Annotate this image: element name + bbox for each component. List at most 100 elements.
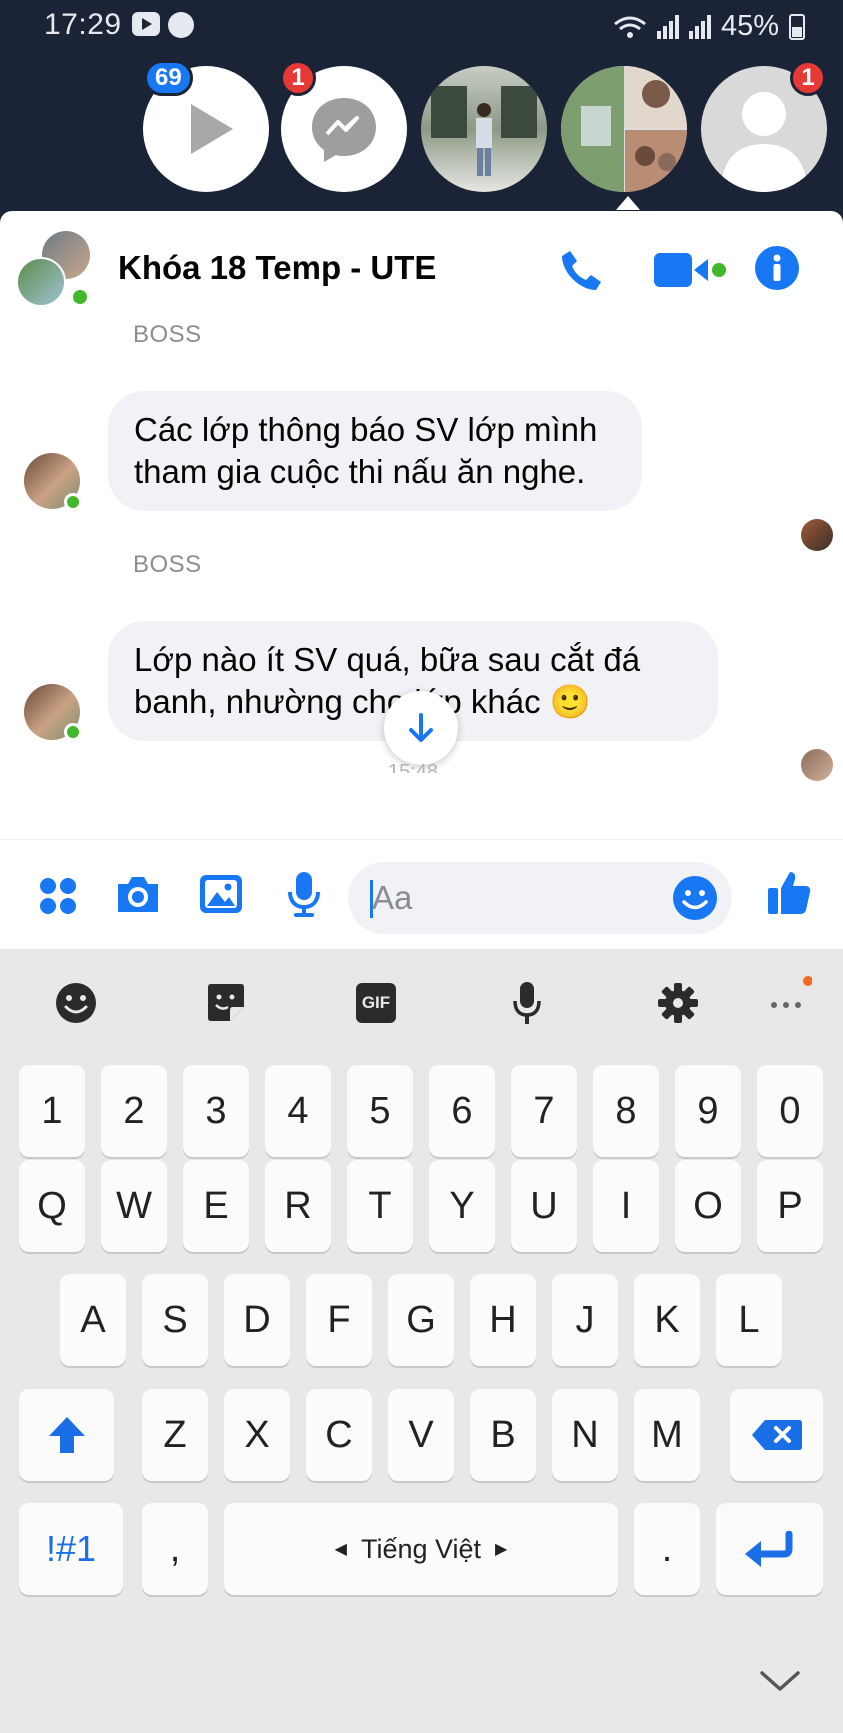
key-k[interactable]: K: [634, 1274, 700, 1366]
chat-title[interactable]: Khóa 18 Temp - UTE: [118, 249, 436, 287]
camera-icon[interactable]: [114, 872, 162, 921]
messenger-notification-icon: [168, 12, 194, 38]
key-e[interactable]: E: [183, 1160, 249, 1252]
phone-call-icon[interactable]: [558, 247, 604, 298]
key-6[interactable]: 6: [429, 1065, 495, 1157]
enter-key[interactable]: [716, 1503, 823, 1595]
chat-panel: Khóa 18 Temp - UTE BOSS Các lớp thông bá…: [0, 211, 843, 949]
signal-icon-2: [688, 14, 711, 39]
key-p[interactable]: P: [757, 1160, 823, 1252]
battery-percent: 45%: [720, 10, 779, 42]
seen-receipt-avatar: [801, 519, 833, 551]
emoji-icon[interactable]: [672, 875, 718, 926]
message-sender: BOSS: [133, 321, 202, 348]
key-5[interactable]: 5: [347, 1065, 413, 1157]
keyboard-emoji-icon[interactable]: [54, 981, 98, 1025]
key-r[interactable]: R: [265, 1160, 331, 1252]
key-f[interactable]: F: [306, 1274, 372, 1366]
battery-icon: [789, 13, 805, 40]
key-g[interactable]: G: [388, 1274, 454, 1366]
message-line: Các lớp thông báo SV lớp mình: [134, 411, 598, 448]
group-avatar-member-2: [16, 257, 66, 307]
key-l[interactable]: L: [716, 1274, 782, 1366]
key-0[interactable]: 0: [757, 1065, 823, 1157]
chat-header: Khóa 18 Temp - UTE: [0, 211, 843, 311]
key-z[interactable]: Z: [142, 1389, 208, 1481]
scroll-to-bottom-button[interactable]: [384, 691, 458, 765]
shift-arrow-icon: [48, 1417, 85, 1453]
key-4[interactable]: 4: [265, 1065, 331, 1157]
key-h[interactable]: H: [470, 1274, 536, 1366]
message-input-placeholder: Aa: [372, 879, 413, 916]
more-actions-icon[interactable]: [38, 876, 78, 921]
key-d[interactable]: D: [224, 1274, 290, 1366]
chat-head-group-active[interactable]: [561, 66, 687, 192]
gif-button[interactable]: GIF: [356, 983, 396, 1023]
key-t[interactable]: T: [347, 1160, 413, 1252]
youtube-notification-icon: [132, 12, 160, 36]
seen-receipt-avatar: [801, 749, 833, 781]
keyboard: GIF 1 2 3 4 5 6 7 8 9 0 Q W E R T Y U I …: [0, 949, 843, 1733]
period-key[interactable]: .: [634, 1503, 700, 1595]
key-j[interactable]: J: [552, 1274, 618, 1366]
more-options-icon[interactable]: [766, 975, 813, 1019]
status-bar: 17:29 45%: [0, 0, 843, 56]
key-o[interactable]: O: [675, 1160, 741, 1252]
key-a[interactable]: A: [60, 1274, 126, 1366]
chat-head-contact-photo[interactable]: [421, 66, 547, 192]
key-v[interactable]: V: [388, 1389, 454, 1481]
signal-icon: [656, 14, 679, 39]
video-call-icon[interactable]: [654, 251, 726, 296]
caret-right-icon: ▶: [495, 1541, 508, 1558]
status-time: 17:29: [44, 8, 122, 41]
chat-head-badge-placeholder: 1: [790, 60, 826, 96]
comma-key[interactable]: ,: [142, 1503, 208, 1595]
notification-icons: [132, 12, 194, 38]
message-line: tham gia cuộc thi nấu ăn nghe.: [134, 453, 586, 490]
backspace-key[interactable]: [730, 1389, 823, 1481]
chat-head-badge-messenger: 1: [280, 60, 316, 96]
keyboard-voice-icon[interactable]: [512, 981, 556, 1025]
key-s[interactable]: S: [142, 1274, 208, 1366]
microphone-icon[interactable]: [286, 870, 322, 923]
space-key[interactable]: ◀ Tiếng Việt ▶: [224, 1503, 618, 1595]
symbols-key[interactable]: !#1: [19, 1503, 123, 1595]
message-input[interactable]: Aa: [348, 862, 732, 934]
chat-heads: 69 1 1: [0, 60, 843, 192]
key-x[interactable]: X: [224, 1389, 290, 1481]
key-c[interactable]: C: [306, 1389, 372, 1481]
keyboard-toolbar: GIF: [0, 949, 843, 1059]
key-9[interactable]: 9: [675, 1065, 741, 1157]
key-1[interactable]: 1: [19, 1065, 85, 1157]
key-i[interactable]: I: [593, 1160, 659, 1252]
message-sender: BOSS: [133, 551, 202, 578]
shift-key[interactable]: [19, 1389, 114, 1481]
key-7[interactable]: 7: [511, 1065, 577, 1157]
info-icon[interactable]: [754, 245, 800, 296]
message-bubble[interactable]: Các lớp thông báo SV lớp mình tham gia c…: [108, 391, 642, 511]
gallery-icon[interactable]: [198, 872, 244, 921]
key-8[interactable]: 8: [593, 1065, 659, 1157]
key-w[interactable]: W: [101, 1160, 167, 1252]
backspace-icon: [751, 1420, 802, 1450]
key-b[interactable]: B: [470, 1389, 536, 1481]
enter-icon: [744, 1531, 792, 1567]
message-composer: Aa: [0, 839, 843, 949]
sticker-icon[interactable]: [204, 981, 248, 1025]
group-avatar[interactable]: [16, 231, 96, 311]
sender-online-indicator: [64, 723, 82, 741]
like-button-icon[interactable]: [766, 868, 812, 921]
settings-gear-icon[interactable]: [656, 981, 700, 1025]
chat-head-badge-video: 69: [144, 60, 193, 96]
key-y[interactable]: Y: [429, 1160, 495, 1252]
key-m[interactable]: M: [634, 1389, 700, 1481]
contact-photo-icon: [431, 86, 537, 176]
key-u[interactable]: U: [511, 1160, 577, 1252]
key-3[interactable]: 3: [183, 1065, 249, 1157]
key-n[interactable]: N: [552, 1389, 618, 1481]
hide-keyboard-chevron-icon[interactable]: [758, 1669, 802, 1700]
active-chat-pointer: [616, 196, 640, 210]
key-2[interactable]: 2: [101, 1065, 167, 1157]
key-q[interactable]: Q: [19, 1160, 85, 1252]
message-line: Lớp nào ít SV quá, bữa sau cắt đá: [134, 641, 641, 678]
